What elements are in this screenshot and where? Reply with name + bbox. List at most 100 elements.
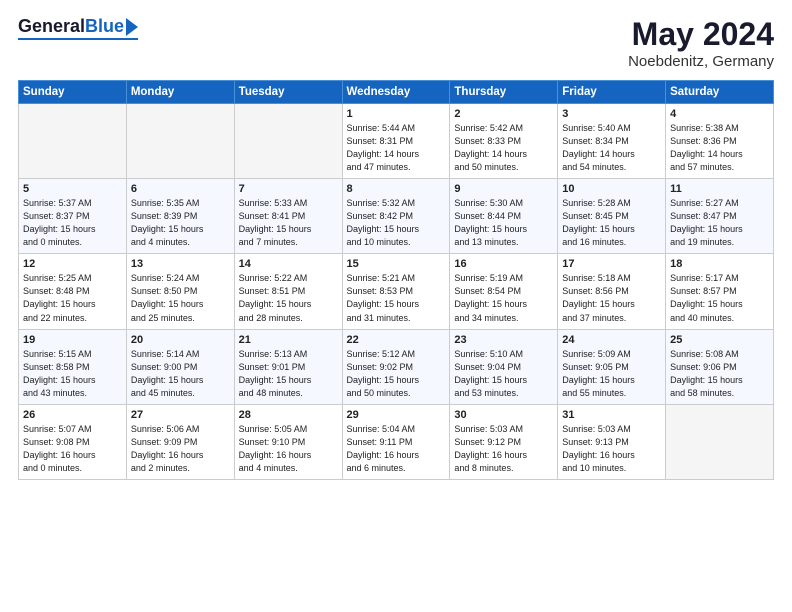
- day-info: Sunrise: 5:07 AM Sunset: 9:08 PM Dayligh…: [23, 423, 122, 475]
- calendar-cell: [666, 404, 774, 479]
- calendar-week-3: 12 Sunrise: 5:25 AM Sunset: 8:48 PM Dayli…: [19, 254, 774, 329]
- day-number: 28: [239, 409, 338, 421]
- calendar-week-2: 5 Sunrise: 5:37 AM Sunset: 8:37 PM Daylig…: [19, 179, 774, 254]
- day-info: Sunrise: 5:12 AM Sunset: 9:02 PM Dayligh…: [347, 348, 446, 400]
- day-info: Sunrise: 5:44 AM Sunset: 8:31 PM Dayligh…: [347, 122, 446, 174]
- day-info: Sunrise: 5:40 AM Sunset: 8:34 PM Dayligh…: [562, 122, 661, 174]
- calendar-cell: 11Sunrise: 5:27 AM Sunset: 8:47 PM Dayli…: [666, 179, 774, 254]
- day-number: 19: [23, 334, 122, 346]
- calendar-week-4: 19Sunrise: 5:15 AM Sunset: 8:58 PM Dayli…: [19, 329, 774, 404]
- day-info: Sunrise: 5:28 AM Sunset: 8:45 PM Dayligh…: [562, 197, 661, 249]
- day-info: Sunrise: 5:19 AM Sunset: 8:54 PM Dayligh…: [454, 272, 553, 324]
- day-number: 30: [454, 409, 553, 421]
- calendar-cell: 28 Sunrise: 5:05 AM Sunset: 9:10 PM Dayli…: [234, 404, 342, 479]
- calendar-cell: 5 Sunrise: 5:37 AM Sunset: 8:37 PM Daylig…: [19, 179, 127, 254]
- day-number: 15: [347, 258, 446, 270]
- day-info: Sunrise: 5:21 AM Sunset: 8:53 PM Dayligh…: [347, 272, 446, 324]
- calendar-cell: 29Sunrise: 5:04 AM Sunset: 9:11 PM Dayli…: [342, 404, 450, 479]
- calendar-cell: 7 Sunrise: 5:33 AM Sunset: 8:41 PM Daylig…: [234, 179, 342, 254]
- day-info: Sunrise: 5:06 AM Sunset: 9:09 PM Dayligh…: [131, 423, 230, 475]
- calendar-cell: 27 Sunrise: 5:06 AM Sunset: 9:09 PM Dayli…: [126, 404, 234, 479]
- calendar-cell: [126, 104, 234, 179]
- calendar-week-5: 26 Sunrise: 5:07 AM Sunset: 9:08 PM Dayli…: [19, 404, 774, 479]
- calendar-body: 1 Sunrise: 5:44 AM Sunset: 8:31 PM Daylig…: [19, 104, 774, 480]
- calendar-header-sunday: Sunday: [19, 81, 127, 104]
- calendar-week-1: 1 Sunrise: 5:44 AM Sunset: 8:31 PM Daylig…: [19, 104, 774, 179]
- calendar-cell: 26 Sunrise: 5:07 AM Sunset: 9:08 PM Dayli…: [19, 404, 127, 479]
- day-info: Sunrise: 5:03 AM Sunset: 9:12 PM Dayligh…: [454, 423, 553, 475]
- title-location: Noebdenitz, Germany: [628, 53, 774, 70]
- calendar-cell: 4 Sunrise: 5:38 AM Sunset: 8:36 PM Daylig…: [666, 104, 774, 179]
- day-number: 29: [347, 409, 446, 421]
- calendar-cell: 24 Sunrise: 5:09 AM Sunset: 9:05 PM Dayli…: [558, 329, 666, 404]
- calendar-cell: 14Sunrise: 5:22 AM Sunset: 8:51 PM Dayli…: [234, 254, 342, 329]
- logo-underline: [18, 38, 138, 40]
- calendar-cell: 23Sunrise: 5:10 AM Sunset: 9:04 PM Dayli…: [450, 329, 558, 404]
- day-number: 9: [454, 183, 553, 195]
- header: General Blue May 2024 Noebdenitz, German…: [18, 16, 774, 70]
- day-info: Sunrise: 5:13 AM Sunset: 9:01 PM Dayligh…: [239, 348, 338, 400]
- day-number: 18: [670, 258, 769, 270]
- calendar-cell: 20Sunrise: 5:14 AM Sunset: 9:00 PM Dayli…: [126, 329, 234, 404]
- day-info: Sunrise: 5:32 AM Sunset: 8:42 PM Dayligh…: [347, 197, 446, 249]
- day-info: Sunrise: 5:38 AM Sunset: 8:36 PM Dayligh…: [670, 122, 769, 174]
- day-number: 27: [131, 409, 230, 421]
- day-number: 24: [562, 334, 661, 346]
- day-info: Sunrise: 5:03 AM Sunset: 9:13 PM Dayligh…: [562, 423, 661, 475]
- calendar-cell: 21Sunrise: 5:13 AM Sunset: 9:01 PM Dayli…: [234, 329, 342, 404]
- calendar-cell: 13Sunrise: 5:24 AM Sunset: 8:50 PM Dayli…: [126, 254, 234, 329]
- calendar-header-row: SundayMondayTuesdayWednesdayThursdayFrid…: [19, 81, 774, 104]
- calendar-cell: 31 Sunrise: 5:03 AM Sunset: 9:13 PM Dayli…: [558, 404, 666, 479]
- calendar-header-thursday: Thursday: [450, 81, 558, 104]
- day-number: 8: [347, 183, 446, 195]
- day-info: Sunrise: 5:05 AM Sunset: 9:10 PM Dayligh…: [239, 423, 338, 475]
- day-number: 7: [239, 183, 338, 195]
- day-number: 5: [23, 183, 122, 195]
- logo-arrow-icon: [126, 18, 138, 36]
- calendar-header-friday: Friday: [558, 81, 666, 104]
- logo-blue-text: Blue: [85, 16, 124, 37]
- day-number: 12: [23, 258, 122, 270]
- title-block: May 2024 Noebdenitz, Germany: [628, 16, 774, 70]
- day-info: Sunrise: 5:09 AM Sunset: 9:05 PM Dayligh…: [562, 348, 661, 400]
- day-info: Sunrise: 5:08 AM Sunset: 9:06 PM Dayligh…: [670, 348, 769, 400]
- day-number: 13: [131, 258, 230, 270]
- day-info: Sunrise: 5:42 AM Sunset: 8:33 PM Dayligh…: [454, 122, 553, 174]
- page: General Blue May 2024 Noebdenitz, German…: [0, 0, 792, 612]
- calendar-cell: 8 Sunrise: 5:32 AM Sunset: 8:42 PM Daylig…: [342, 179, 450, 254]
- calendar-header-tuesday: Tuesday: [234, 81, 342, 104]
- day-number: 25: [670, 334, 769, 346]
- calendar-cell: [19, 104, 127, 179]
- logo-general-text: General: [18, 16, 85, 37]
- logo: General Blue: [18, 16, 138, 40]
- day-number: 4: [670, 108, 769, 120]
- day-number: 6: [131, 183, 230, 195]
- calendar-header-wednesday: Wednesday: [342, 81, 450, 104]
- calendar-cell: 2Sunrise: 5:42 AM Sunset: 8:33 PM Daylig…: [450, 104, 558, 179]
- calendar-cell: 30 Sunrise: 5:03 AM Sunset: 9:12 PM Dayli…: [450, 404, 558, 479]
- day-number: 10: [562, 183, 661, 195]
- calendar-cell: 19Sunrise: 5:15 AM Sunset: 8:58 PM Dayli…: [19, 329, 127, 404]
- day-info: Sunrise: 5:25 AM Sunset: 8:48 PM Dayligh…: [23, 272, 122, 324]
- day-number: 14: [239, 258, 338, 270]
- day-number: 26: [23, 409, 122, 421]
- day-info: Sunrise: 5:37 AM Sunset: 8:37 PM Dayligh…: [23, 197, 122, 249]
- day-number: 22: [347, 334, 446, 346]
- calendar-cell: 17Sunrise: 5:18 AM Sunset: 8:56 PM Dayli…: [558, 254, 666, 329]
- day-info: Sunrise: 5:33 AM Sunset: 8:41 PM Dayligh…: [239, 197, 338, 249]
- day-number: 23: [454, 334, 553, 346]
- day-number: 20: [131, 334, 230, 346]
- calendar: SundayMondayTuesdayWednesdayThursdayFrid…: [18, 80, 774, 480]
- calendar-cell: 1 Sunrise: 5:44 AM Sunset: 8:31 PM Daylig…: [342, 104, 450, 179]
- calendar-cell: 6 Sunrise: 5:35 AM Sunset: 8:39 PM Daylig…: [126, 179, 234, 254]
- calendar-cell: 15 Sunrise: 5:21 AM Sunset: 8:53 PM Dayli…: [342, 254, 450, 329]
- day-info: Sunrise: 5:30 AM Sunset: 8:44 PM Dayligh…: [454, 197, 553, 249]
- calendar-cell: 3Sunrise: 5:40 AM Sunset: 8:34 PM Daylig…: [558, 104, 666, 179]
- title-month: May 2024: [628, 16, 774, 53]
- calendar-header-monday: Monday: [126, 81, 234, 104]
- day-number: 31: [562, 409, 661, 421]
- calendar-cell: 9 Sunrise: 5:30 AM Sunset: 8:44 PM Daylig…: [450, 179, 558, 254]
- day-info: Sunrise: 5:35 AM Sunset: 8:39 PM Dayligh…: [131, 197, 230, 249]
- day-number: 1: [347, 108, 446, 120]
- day-info: Sunrise: 5:27 AM Sunset: 8:47 PM Dayligh…: [670, 197, 769, 249]
